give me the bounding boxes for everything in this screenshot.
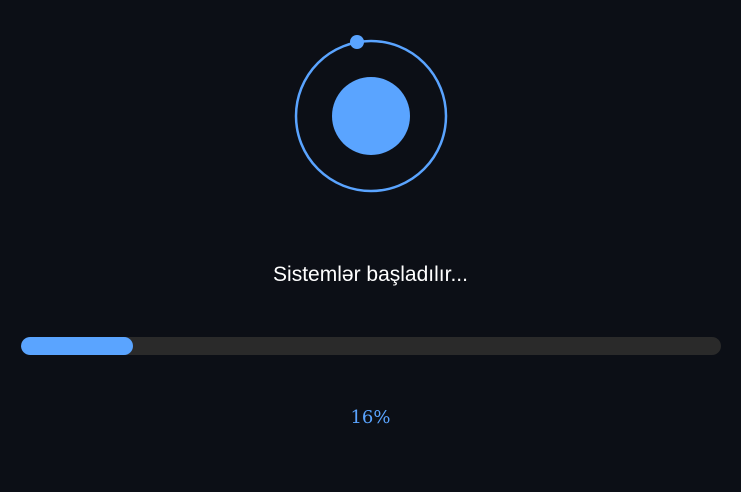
progress-bar-fill: [21, 337, 133, 355]
loading-status-text: Sistemlər başladılır...: [273, 263, 468, 286]
orbit-core: [332, 77, 410, 155]
progress-percent-text: 16%: [350, 407, 391, 428]
orbit-loader-icon: [294, 34, 448, 193]
orbit-satellite: [350, 35, 364, 49]
progress-bar: [21, 337, 721, 355]
